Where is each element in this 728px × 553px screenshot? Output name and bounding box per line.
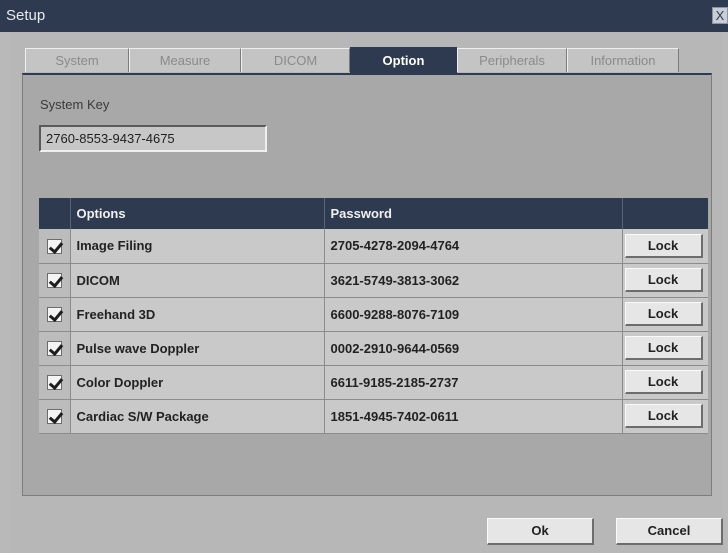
header-options: Options [70, 198, 325, 229]
checkbox-cell [39, 331, 71, 366]
checkbox-cell [39, 229, 71, 264]
action-cell: Lock [622, 365, 708, 400]
action-cell: Lock [622, 331, 708, 366]
title-bar: Setup X [0, 0, 728, 32]
system-key-field[interactable]: 2760-8553-9437-4675 [39, 125, 267, 152]
option-checkbox[interactable] [46, 409, 62, 425]
header-action [622, 198, 708, 229]
option-name: Freehand 3D [70, 297, 325, 332]
header-password: Password [324, 198, 623, 229]
option-checkbox[interactable] [46, 341, 62, 357]
lock-button[interactable]: Lock [624, 404, 703, 428]
option-password: 2705-4278-2094-4764 [324, 229, 623, 264]
table-row: DICOM 3621-5749-3813-3062 Lock [39, 263, 708, 298]
checkbox-cell [39, 399, 71, 434]
table-row: Freehand 3D 6600-9288-8076-7109 Lock [39, 297, 708, 332]
window-title: Setup [6, 7, 46, 24]
header-check [39, 198, 71, 229]
cancel-button[interactable]: Cancel [616, 518, 723, 545]
tab-option[interactable]: Option [350, 47, 457, 73]
lock-button[interactable]: Lock [624, 233, 703, 258]
tab-peripherals[interactable]: Peripherals [457, 48, 567, 72]
option-password: 6600-9288-8076-7109 [324, 297, 623, 332]
lock-button[interactable]: Lock [624, 370, 703, 394]
option-password: 3621-5749-3813-3062 [324, 263, 623, 298]
tab-system[interactable]: System [25, 48, 129, 72]
option-name: Pulse wave Doppler [70, 331, 325, 366]
action-cell: Lock [622, 263, 708, 298]
checkbox-cell [39, 263, 71, 298]
lock-button[interactable]: Lock [624, 302, 703, 326]
option-checkbox[interactable] [46, 375, 62, 391]
option-checkbox[interactable] [46, 238, 62, 254]
lock-button[interactable]: Lock [624, 336, 703, 360]
ok-button[interactable]: Ok [487, 518, 594, 545]
system-key-label: System Key [40, 97, 110, 112]
checkbox-cell [39, 297, 71, 332]
option-password: 1851-4945-7402-0611 [324, 399, 623, 434]
option-name: Image Filing [70, 229, 325, 264]
option-name: DICOM [70, 263, 325, 298]
tab-measure[interactable]: Measure [129, 48, 241, 72]
option-name: Color Doppler [70, 365, 325, 400]
option-password: 6611-9185-2185-2737 [324, 365, 623, 400]
option-password: 0002-2910-9644-0569 [324, 331, 623, 366]
table-row: Cardiac S/W Package 1851-4945-7402-0611 … [39, 399, 708, 434]
checkbox-cell [39, 365, 71, 400]
options-table: Options Password Image Filing 2705-4278-… [39, 198, 708, 434]
option-checkbox[interactable] [46, 307, 62, 323]
table-row: Color Doppler 6611-9185-2185-2737 Lock [39, 365, 708, 400]
close-button[interactable]: X [712, 7, 728, 24]
tab-information[interactable]: Information [567, 48, 679, 72]
option-checkbox[interactable] [46, 273, 62, 289]
table-header-row: Options Password [39, 198, 708, 229]
tab-dicom[interactable]: DICOM [241, 48, 350, 72]
action-cell: Lock [622, 297, 708, 332]
table-row: Image Filing 2705-4278-2094-4764 Lock [39, 229, 708, 264]
action-cell: Lock [622, 229, 708, 264]
lock-button[interactable]: Lock [624, 268, 703, 292]
action-cell: Lock [622, 399, 708, 434]
table-row: Pulse wave Doppler 0002-2910-9644-0569 L… [39, 331, 708, 366]
option-name: Cardiac S/W Package [70, 399, 325, 434]
